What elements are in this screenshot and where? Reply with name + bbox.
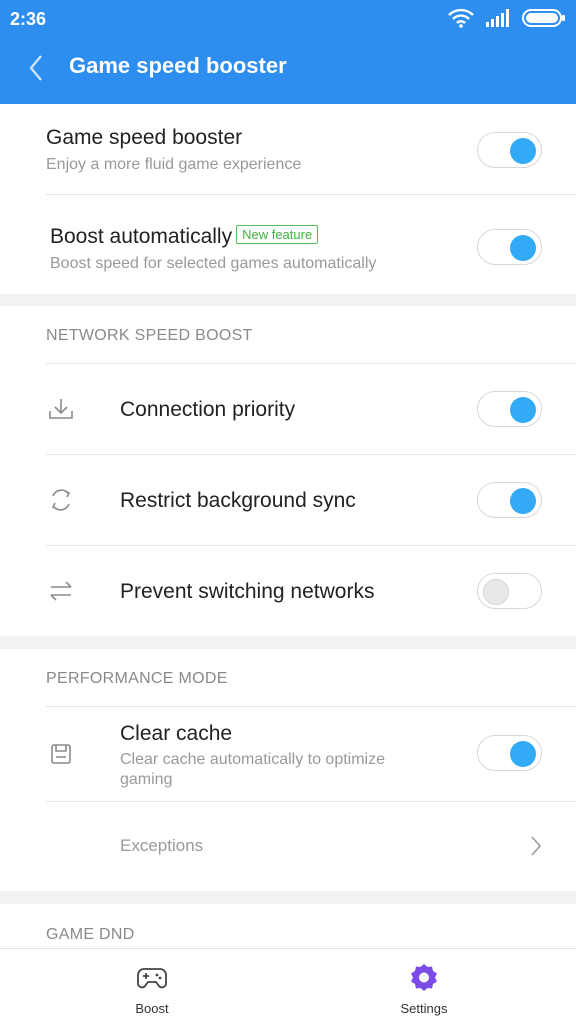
swap-arrows-icon	[46, 576, 76, 606]
top-settings-section: Game speed booster Enjoy a more fluid ga…	[0, 104, 576, 294]
page-title: Game speed booster	[69, 53, 287, 78]
row-subtitle: Boost speed for selected games automatic…	[50, 255, 377, 272]
toggle-knob	[510, 741, 536, 767]
clear-cache-row[interactable]: Clear cache Clear cache automatically to…	[0, 707, 576, 801]
gear-icon	[411, 964, 437, 991]
nav-item-settings[interactable]: Settings	[344, 949, 504, 1024]
boost-automatically-row[interactable]: Boost automatically New feature Boost spe…	[0, 195, 576, 294]
boost-automatically-toggle[interactable]	[477, 229, 542, 265]
restrict-background-sync-toggle[interactable]	[477, 482, 542, 518]
status-time: 2:36	[10, 9, 47, 29]
sync-icon	[46, 485, 76, 515]
row-title: Clear cache	[120, 722, 233, 745]
chevron-left-icon	[29, 55, 42, 81]
nav-label: Settings	[400, 1001, 448, 1016]
row-subtitle: Enjoy a more fluid game experience	[46, 156, 302, 173]
wifi-icon	[448, 8, 474, 28]
new-feature-badge: New feature	[236, 225, 319, 244]
download-icon	[46, 394, 76, 424]
section-header: GAME DND	[46, 926, 135, 943]
game-speed-booster-toggle[interactable]	[477, 132, 542, 168]
gamepad-icon	[137, 968, 167, 989]
battery-icon	[522, 9, 565, 27]
row-subtitle: Clear cache automatically to optimize ga…	[120, 751, 386, 788]
row-title: Restrict background sync	[120, 489, 356, 512]
toggle-knob	[483, 579, 509, 605]
connection-priority-row[interactable]: Connection priority	[0, 364, 576, 454]
game-speed-booster-row[interactable]: Game speed booster Enjoy a more fluid ga…	[0, 104, 576, 194]
row-title: Game speed booster	[46, 126, 243, 149]
row-title-text: Boost automatically	[50, 225, 233, 248]
connection-priority-toggle[interactable]	[477, 391, 542, 427]
restrict-background-sync-row[interactable]: Restrict background sync	[0, 455, 576, 545]
toggle-knob	[510, 235, 536, 261]
bottom-nav: Boost Settings	[0, 948, 576, 1024]
row-title: Boost automatically New feature	[50, 225, 319, 249]
save-icon	[46, 739, 76, 769]
section-header: PERFORMANCE MODE	[46, 670, 228, 687]
toggle-knob	[510, 488, 536, 514]
nav-label: Boost	[135, 1001, 169, 1016]
prevent-switching-networks-row[interactable]: Prevent switching networks	[0, 546, 576, 636]
game-dnd-section: GAME DND	[0, 904, 576, 948]
back-button[interactable]	[18, 50, 54, 86]
toggle-knob	[510, 138, 536, 164]
prevent-switching-networks-toggle[interactable]	[477, 573, 542, 609]
app-bar: Game speed booster	[0, 38, 576, 104]
clear-cache-toggle[interactable]	[477, 735, 542, 771]
row-title: Prevent switching networks	[120, 580, 375, 603]
toggle-knob	[510, 397, 536, 423]
nav-item-boost[interactable]: Boost	[72, 949, 232, 1024]
row-title: Connection priority	[120, 398, 296, 421]
exceptions-label: Exceptions	[120, 836, 204, 855]
signal-icon	[486, 9, 509, 27]
status-icons	[448, 8, 566, 28]
status-bar: 2:36	[0, 0, 576, 38]
performance-section: PERFORMANCE MODE Clear cache Clear cache…	[0, 649, 576, 891]
exceptions-row[interactable]: Exceptions	[0, 802, 576, 891]
section-header: NETWORK SPEED BOOST	[46, 327, 253, 344]
chevron-right-icon	[531, 836, 542, 856]
network-section: NETWORK SPEED BOOST Connection priority …	[0, 306, 576, 636]
